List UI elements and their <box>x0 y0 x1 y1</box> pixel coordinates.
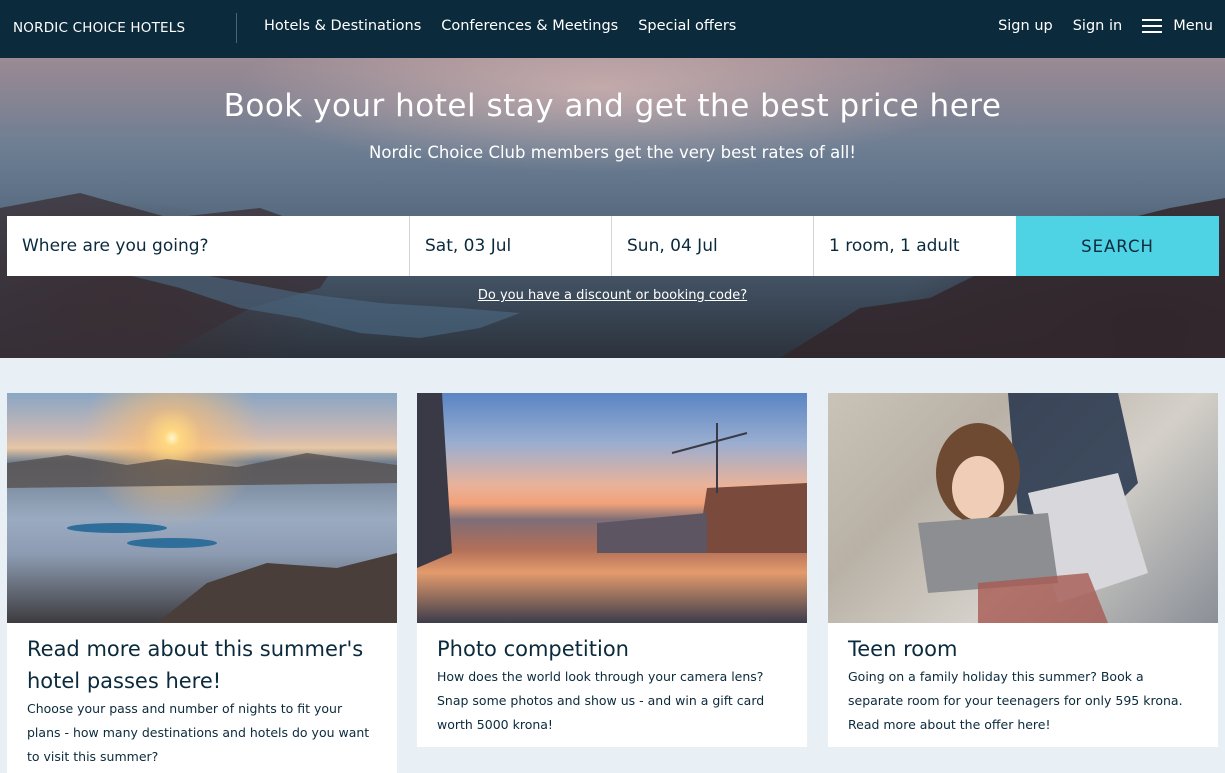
sign-in-link[interactable]: Sign in <box>1073 18 1122 34</box>
menu-button[interactable]: Menu <box>1142 18 1213 34</box>
nav-special-offers[interactable]: Special offers <box>638 18 736 34</box>
main-nav: Hotels & Destinations Conferences & Meet… <box>264 18 736 34</box>
nav-divider <box>236 13 237 43</box>
teen-with-phone-image <box>828 393 1218 623</box>
check-out-date[interactable]: Sun, 04 Jul <box>612 216 814 276</box>
booking-search-bar: Where are you going? Sat, 03 Jul Sun, 04… <box>7 216 1219 276</box>
logo[interactable]: NORDIC CHOICE HOTELS <box>13 20 185 36</box>
card-title: Read more about this summer's hotel pass… <box>27 637 364 693</box>
check-in-date[interactable]: Sat, 03 Jul <box>410 216 612 276</box>
kayak-sunset-image <box>7 393 397 623</box>
hero-banner: Book your hotel stay and get the best pr… <box>0 58 1225 358</box>
card-description: How does the world look through your cam… <box>437 669 765 732</box>
nav-conferences-meetings[interactable]: Conferences & Meetings <box>441 18 618 34</box>
card-photo-competition[interactable]: Photo competition How does the world loo… <box>417 393 807 747</box>
card-title: Photo competition <box>437 637 629 661</box>
card-title: Teen room <box>848 637 958 661</box>
card-teen-room[interactable]: Teen room Going on a family holiday this… <box>828 393 1218 747</box>
top-navigation-bar: NORDIC CHOICE HOTELS Hotels & Destinatio… <box>0 0 1225 58</box>
account-nav: Sign up Sign in Menu <box>998 18 1213 34</box>
destination-input[interactable]: Where are you going? <box>7 216 410 276</box>
harbour-sunset-image <box>417 393 807 623</box>
hero-subtitle: Nordic Choice Club members get the very … <box>369 143 856 162</box>
search-button[interactable]: SEARCH <box>1016 216 1219 276</box>
card-hotel-passes[interactable]: Read more about this summer's hotel pass… <box>7 393 397 773</box>
sign-up-link[interactable]: Sign up <box>998 18 1053 34</box>
hamburger-icon <box>1142 19 1163 33</box>
card-description: Going on a family holiday this summer? B… <box>848 669 1183 732</box>
discount-code-link[interactable]: Do you have a discount or booking code? <box>478 288 747 303</box>
discount-code-row: Do you have a discount or booking code? <box>0 288 1225 303</box>
card-description: Choose your pass and number of nights to… <box>27 701 370 764</box>
menu-label: Menu <box>1173 18 1213 34</box>
rooms-guests-selector[interactable]: 1 room, 1 adult <box>814 216 1016 276</box>
nav-hotels-destinations[interactable]: Hotels & Destinations <box>264 18 421 34</box>
hero-title: Book your hotel stay and get the best pr… <box>223 88 1002 124</box>
